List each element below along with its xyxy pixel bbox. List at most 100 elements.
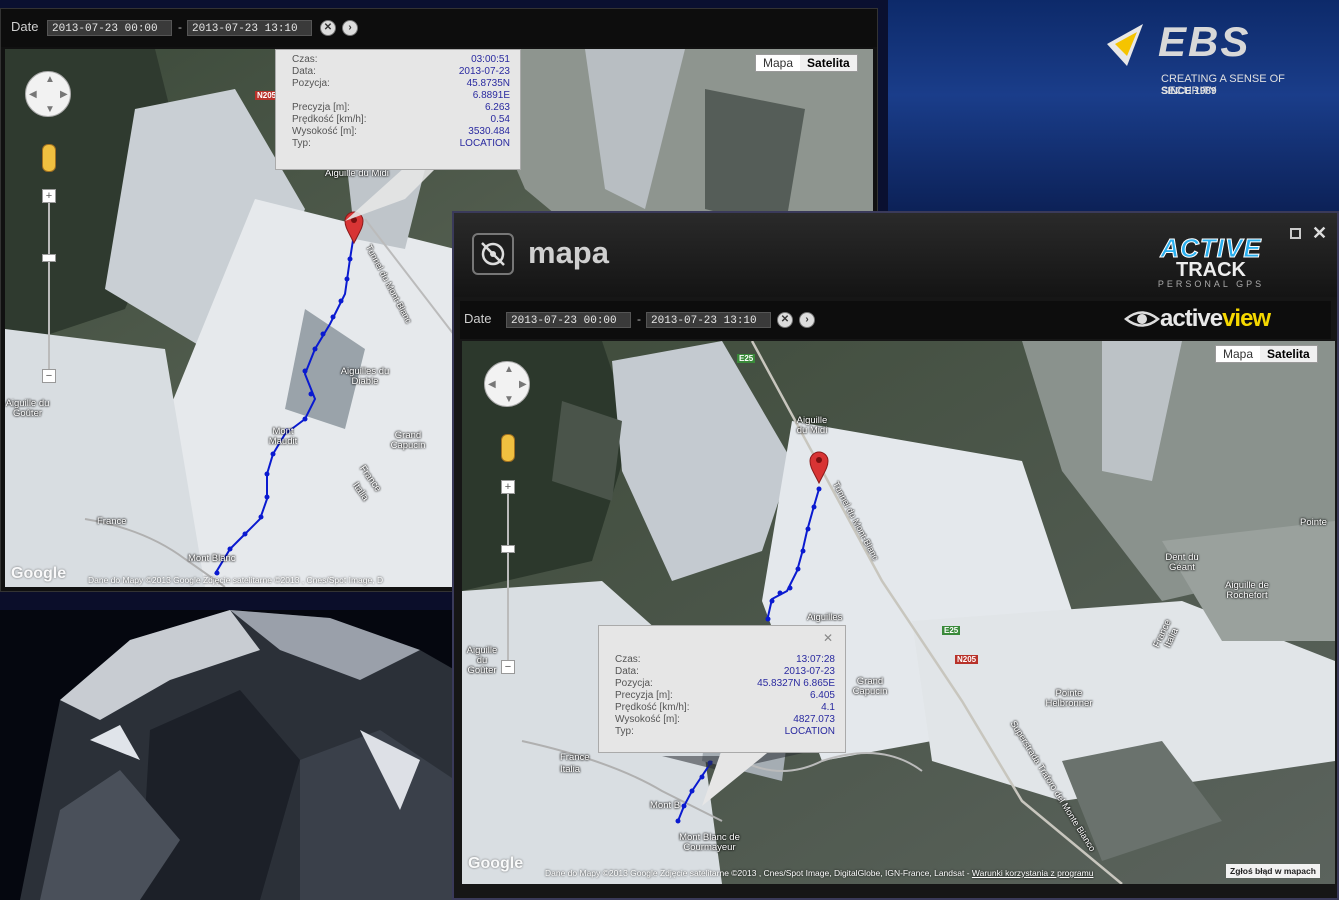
popup-close-icon[interactable]: ✕ bbox=[823, 631, 833, 645]
place-pointe: Pointe bbox=[1300, 517, 1327, 528]
date-from-input[interactable]: 2013-07-23 00:00 bbox=[47, 20, 172, 36]
place-aiguille-midi: Aiguille du Midi bbox=[796, 415, 828, 436]
date-to-input[interactable]: 2013-07-23 13:10 bbox=[187, 20, 312, 36]
zoom-in-button[interactable]: + bbox=[501, 480, 515, 494]
zoom-slider-knob[interactable] bbox=[42, 254, 56, 262]
popup-value: 4.1 bbox=[821, 702, 835, 713]
zoom-track[interactable] bbox=[507, 488, 509, 668]
close-window-icon[interactable]: ✕ bbox=[1312, 223, 1327, 244]
place-france: France bbox=[560, 752, 590, 763]
popup-label: Wysokość [m]: bbox=[292, 126, 357, 137]
place-aiguille-gouter: Aiguille du Goûter bbox=[5, 398, 50, 419]
pan-control[interactable]: ▲ ▼ ◀ ▶ bbox=[484, 361, 530, 407]
report-error-button[interactable]: Zgłoś błąd w mapach bbox=[1226, 864, 1320, 878]
apply-dates-button[interactable]: › bbox=[342, 20, 358, 36]
pan-left-icon[interactable]: ◀ bbox=[488, 379, 496, 390]
main-map[interactable]: Mapa Satelita ▲ ▼ ◀ ▶ + − Aiguille du Mi… bbox=[462, 341, 1335, 884]
apply-dates-button[interactable]: › bbox=[799, 312, 815, 328]
ebs-name: EBS bbox=[1158, 18, 1251, 65]
main-info-popup: ✕ Czas: 13:07:28 Data: 2013-07-23 Pozycja:… bbox=[598, 625, 846, 753]
popup-label: Precyzja [m]: bbox=[615, 690, 673, 701]
popup-value: 4827.073 bbox=[793, 714, 835, 725]
popup-value: 45.8327N 6.865E bbox=[757, 678, 835, 689]
activetrack-logo: ACTIVE TRACK PERSONAL GPS bbox=[1146, 233, 1276, 290]
map-type-satellite-button[interactable]: Satelita bbox=[1260, 346, 1317, 362]
pan-left-icon[interactable]: ◀ bbox=[29, 89, 37, 100]
popup-label: Prędkość [km/h]: bbox=[292, 114, 367, 125]
google-logo[interactable]: Google bbox=[11, 565, 66, 583]
zoom-slider-knob[interactable] bbox=[501, 545, 515, 553]
zoom-out-button[interactable]: − bbox=[42, 369, 56, 383]
place-france: France bbox=[97, 516, 127, 527]
date-separator: - bbox=[637, 312, 641, 326]
place-aiguille-gouter: Aiguille du Goûter bbox=[466, 645, 498, 676]
close-icon: ✕ bbox=[780, 314, 790, 325]
street-view-pegman-icon[interactable] bbox=[501, 434, 515, 462]
road-sign-e25: E25 bbox=[737, 354, 756, 363]
logo-track: TRACK bbox=[1176, 259, 1246, 281]
place-aiguille-midi: Aiguille du Midi bbox=[325, 168, 389, 179]
popup-label: Czas: bbox=[292, 54, 318, 65]
map-type-map-button[interactable]: Mapa bbox=[1216, 346, 1260, 362]
popup-label: Czas: bbox=[615, 654, 641, 665]
pan-down-icon[interactable]: ▼ bbox=[504, 394, 514, 405]
satellite-imagery bbox=[462, 341, 1335, 884]
popup-value: 3530.484 bbox=[468, 126, 510, 137]
maximize-icon[interactable] bbox=[1290, 228, 1301, 239]
map-type-toggle: Mapa Satelita bbox=[1215, 345, 1318, 363]
popup-value: 2013-07-23 bbox=[783, 666, 835, 677]
date-to-input[interactable]: 2013-07-23 13:10 bbox=[646, 312, 771, 328]
place-aiguilles-diable: Aiguilles bbox=[807, 612, 843, 623]
google-logo[interactable]: Google bbox=[468, 855, 523, 873]
place-grand-capucin: Grand Capucin bbox=[390, 430, 426, 451]
pan-right-icon[interactable]: ▶ bbox=[519, 379, 527, 390]
map-attribution: Dane do Mapy ©2013 Google Zdjęcie sateli… bbox=[545, 868, 1093, 878]
left-info-popup: Czas: 03:00:51 Data: 2013-07-23 Pozycja: 45… bbox=[275, 49, 521, 170]
map-type-map-button[interactable]: Mapa bbox=[756, 55, 800, 71]
activeview-text-1: active bbox=[1160, 305, 1223, 332]
activeview-logo: active view bbox=[1124, 305, 1271, 333]
date-from-input[interactable]: 2013-07-23 00:00 bbox=[506, 312, 631, 328]
activeview-eye-icon bbox=[1124, 311, 1160, 327]
terms-link[interactable]: Warunki korzystania z programu bbox=[972, 868, 1094, 878]
popup-label: Pozycja: bbox=[292, 78, 330, 89]
date-separator: - bbox=[178, 20, 182, 34]
pan-control[interactable]: ▲ ▼ ◀ ▶ bbox=[25, 71, 71, 117]
popup-value: 6.405 bbox=[809, 690, 835, 701]
place-dent-geant: Dent du Géant bbox=[1165, 552, 1199, 573]
popup-value: LOCATION bbox=[459, 138, 510, 149]
app-icon bbox=[472, 233, 514, 275]
place-aiguille-rochefort: Aiguille de Rochefort bbox=[1225, 580, 1269, 601]
logo-active: ACTIVE bbox=[1160, 233, 1262, 263]
date-label: Date bbox=[11, 19, 39, 34]
place-pointe-helbronner: Pointe Helbronner bbox=[1045, 688, 1093, 709]
popup-label: Data: bbox=[615, 666, 639, 677]
clear-dates-button[interactable]: ✕ bbox=[320, 20, 336, 36]
attribution-text: Dane do Mapy ©2013 Google Zdjęcie sateli… bbox=[545, 868, 972, 878]
chevron-right-icon: › bbox=[805, 314, 809, 325]
pan-down-icon[interactable]: ▼ bbox=[45, 104, 55, 115]
popup-label: Typ: bbox=[292, 138, 311, 149]
zoom-out-button[interactable]: − bbox=[501, 660, 515, 674]
popup-label: Pozycja: bbox=[615, 678, 653, 689]
place-italia: Italia bbox=[560, 764, 581, 775]
place-aiguilles-diable: Aiguilles du Diable bbox=[340, 366, 390, 387]
popup-value: 45.8735N bbox=[466, 78, 510, 89]
street-view-pegman-icon[interactable] bbox=[42, 144, 56, 172]
map-type-satellite-button[interactable]: Satelita bbox=[800, 55, 857, 71]
place-grand-capucin: Grand Capucin bbox=[852, 676, 888, 697]
zoom-track[interactable] bbox=[48, 197, 50, 377]
popup-value: 13:07:28 bbox=[796, 654, 835, 665]
pan-up-icon[interactable]: ▲ bbox=[45, 74, 55, 85]
main-map-window: mapa ACTIVE TRACK PERSONAL GPS ✕ Date 20… bbox=[452, 211, 1339, 900]
window-title: mapa bbox=[528, 235, 609, 270]
place-mont-blanc: Mont B bbox=[650, 800, 681, 811]
main-date-bar: Date 2013-07-23 00:00 - 2013-07-23 13:10… bbox=[460, 301, 1331, 339]
pan-right-icon[interactable]: ▶ bbox=[60, 89, 68, 100]
clear-dates-button[interactable]: ✕ bbox=[777, 312, 793, 328]
logo-sub: PERSONAL GPS bbox=[1157, 279, 1265, 289]
map-attribution: Dane do Mapy ©2013 Google Zdjęcie sateli… bbox=[88, 575, 384, 585]
pan-up-icon[interactable]: ▲ bbox=[504, 364, 514, 375]
zoom-in-button[interactable]: + bbox=[42, 189, 56, 203]
popup-label: Typ: bbox=[615, 726, 634, 737]
